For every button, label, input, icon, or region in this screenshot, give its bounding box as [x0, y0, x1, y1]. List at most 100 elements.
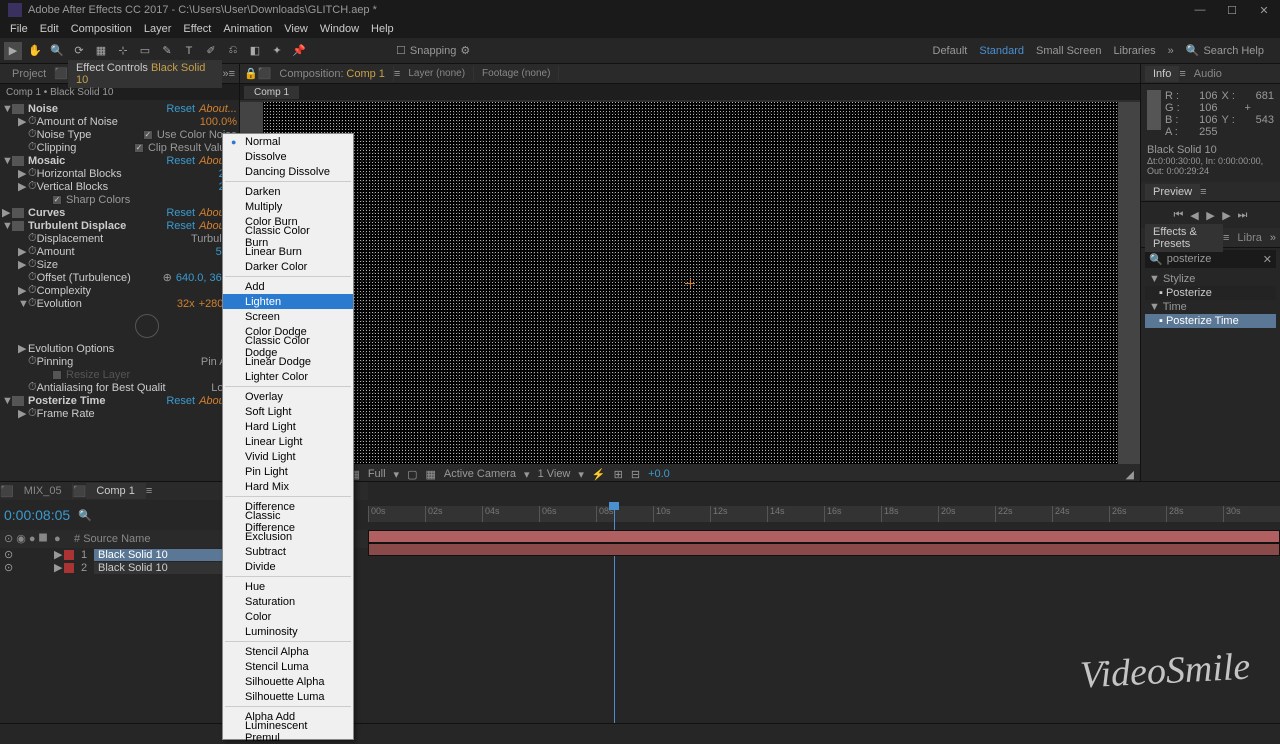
- stopwatch-icon[interactable]: ⏱: [28, 381, 37, 394]
- effect-noise[interactable]: Noise: [28, 103, 166, 115]
- anchor-tool[interactable]: ⊹: [114, 42, 132, 60]
- blend-mode-silhouette-luma[interactable]: Silhouette Luma: [223, 689, 353, 704]
- blend-mode-overlay[interactable]: Overlay: [223, 389, 353, 404]
- reset-link[interactable]: Reset: [166, 220, 195, 232]
- blend-mode-classic-difference[interactable]: Classic Difference: [223, 514, 353, 529]
- menu-layer[interactable]: Layer: [138, 23, 178, 35]
- blend-mode-exclusion[interactable]: Exclusion: [223, 529, 353, 544]
- category-time[interactable]: ▼ Time: [1145, 300, 1276, 314]
- blend-mode-hard-mix[interactable]: Hard Mix: [223, 479, 353, 494]
- snapping-toggle[interactable]: ☐Snapping ⚙: [396, 44, 470, 57]
- blend-mode-darken[interactable]: Darken: [223, 184, 353, 199]
- zoom-tool[interactable]: 🔍: [48, 42, 66, 60]
- reset-link[interactable]: Reset: [166, 395, 195, 407]
- value-evolution-turns[interactable]: 32x: [177, 298, 195, 310]
- stopwatch-icon[interactable]: ⏱: [28, 128, 37, 141]
- layer-color[interactable]: [64, 563, 74, 573]
- stopwatch-icon[interactable]: ⏱: [28, 167, 37, 180]
- blend-mode-linear-burn[interactable]: Linear Burn: [223, 244, 353, 259]
- stopwatch-icon[interactable]: ⏱: [28, 297, 37, 310]
- anchor-point-icon[interactable]: [686, 279, 694, 287]
- checkbox-sharp[interactable]: [52, 195, 62, 205]
- category-stylize[interactable]: ▼ Stylize: [1145, 272, 1276, 286]
- fx-toggle-posterize[interactable]: [12, 396, 24, 406]
- menu-animation[interactable]: Animation: [217, 23, 278, 35]
- blend-mode-normal[interactable]: ●Normal: [223, 134, 353, 149]
- eye-icon[interactable]: ⊙: [4, 561, 13, 574]
- menu-window[interactable]: Window: [314, 23, 365, 35]
- fx-toggle-curves[interactable]: [12, 208, 24, 218]
- collapse-icon[interactable]: ▼: [2, 220, 12, 232]
- blend-mode-screen[interactable]: Screen: [223, 309, 353, 324]
- flowchart-icon[interactable]: ⊟: [631, 468, 640, 481]
- panel-menu-icon[interactable]: ≡: [146, 485, 152, 497]
- minimize-button[interactable]: —: [1184, 0, 1216, 20]
- expand-icon[interactable]: ▶: [18, 407, 28, 420]
- menu-file[interactable]: File: [4, 23, 34, 35]
- collapse-icon[interactable]: ▼: [2, 395, 12, 407]
- blend-mode-luminosity[interactable]: Luminosity: [223, 624, 353, 639]
- blend-mode-hard-light[interactable]: Hard Light: [223, 419, 353, 434]
- maximize-button[interactable]: ☐: [1216, 0, 1248, 20]
- view-layout-dropdown[interactable]: 1 View: [538, 468, 571, 480]
- expand-icon[interactable]: ▶: [18, 245, 28, 258]
- first-frame-button[interactable]: ⏮: [1172, 208, 1186, 222]
- last-frame-button[interactable]: ⏭: [1236, 208, 1250, 222]
- fx-toggle-mosaic[interactable]: [12, 156, 24, 166]
- blend-mode-pin-light[interactable]: Pin Light: [223, 464, 353, 479]
- cti-head[interactable]: [609, 502, 619, 510]
- timeline-tab-comp1[interactable]: Comp 1: [86, 483, 146, 499]
- blend-mode-luminescent-premul[interactable]: Luminescent Premul: [223, 724, 353, 739]
- checkbox-color-noise[interactable]: [143, 130, 153, 140]
- panel-menu-icon[interactable]: ≡: [229, 68, 235, 80]
- blend-mode-add[interactable]: Add: [223, 279, 353, 294]
- evolution-dial[interactable]: [135, 314, 159, 338]
- stopwatch-icon[interactable]: ⏱: [28, 284, 37, 297]
- blend-mode-classic-color-burn[interactable]: Classic Color Burn: [223, 229, 353, 244]
- blend-mode-subtract[interactable]: Subtract: [223, 544, 353, 559]
- camera-tool[interactable]: ▦: [92, 42, 110, 60]
- time-ruler[interactable]: 00s02s04s06s08s10s12s14s16s18s20s22s24s2…: [368, 506, 1280, 522]
- camera-dropdown[interactable]: Active Camera: [444, 468, 516, 480]
- blend-mode-lighter-color[interactable]: Lighter Color: [223, 369, 353, 384]
- type-tool[interactable]: T: [180, 42, 198, 60]
- expand-icon[interactable]: ▶: [18, 284, 28, 297]
- blend-mode-linear-dodge[interactable]: Linear Dodge: [223, 354, 353, 369]
- viewer-resize-icon[interactable]: ◢: [1126, 468, 1134, 481]
- snap-options-icon[interactable]: ⚙: [460, 44, 470, 57]
- value-noise-amount[interactable]: 100.0%: [200, 116, 237, 128]
- blend-mode-darker-color[interactable]: Darker Color: [223, 259, 353, 274]
- expand-icon[interactable]: ▶: [2, 206, 12, 219]
- layer-1-bar[interactable]: [368, 530, 1280, 543]
- expand-icon[interactable]: ▶: [18, 342, 28, 355]
- fx-toggle-noise[interactable]: [12, 104, 24, 114]
- reset-link[interactable]: Reset: [166, 155, 195, 167]
- crosshair-icon[interactable]: ⊕: [163, 271, 172, 284]
- blend-mode-soft-light[interactable]: Soft Light: [223, 404, 353, 419]
- current-time[interactable]: 0:00:08:05: [4, 507, 70, 523]
- timeline-tab-mix[interactable]: MIX_05: [14, 483, 73, 499]
- overflow-icon[interactable]: »: [1270, 232, 1276, 244]
- menu-edit[interactable]: Edit: [34, 23, 65, 35]
- blend-mode-classic-color-dodge[interactable]: Classic Color Dodge: [223, 339, 353, 354]
- expand-icon[interactable]: ▶: [54, 548, 64, 561]
- effect-mosaic[interactable]: Mosaic: [28, 155, 166, 167]
- workspace-overflow-icon[interactable]: »: [1168, 45, 1174, 57]
- expand-icon[interactable]: ▶: [18, 115, 28, 128]
- stopwatch-icon[interactable]: ⏱: [28, 258, 37, 271]
- expand-icon[interactable]: ▶: [18, 167, 28, 180]
- composition-tab[interactable]: Composition: Comp 1: [271, 66, 394, 82]
- effect-turbulent-displace[interactable]: Turbulent Displace: [28, 220, 166, 232]
- workspace-standard[interactable]: Standard: [979, 45, 1024, 57]
- workspace-default[interactable]: Default: [933, 45, 968, 57]
- blend-mode-divide[interactable]: Divide: [223, 559, 353, 574]
- workspace-small[interactable]: Small Screen: [1036, 45, 1101, 57]
- composition-viewer[interactable]: [240, 102, 1140, 464]
- collapse-icon[interactable]: ▼: [2, 103, 12, 115]
- stopwatch-icon[interactable]: ⏱: [28, 232, 37, 245]
- blend-mode-dissolve[interactable]: Dissolve: [223, 149, 353, 164]
- menu-composition[interactable]: Composition: [65, 23, 138, 35]
- blend-mode-hue[interactable]: Hue: [223, 579, 353, 594]
- effects-search-input[interactable]: posterize: [1167, 253, 1212, 265]
- effect-controls-tab[interactable]: Effect Controls Black Solid 10: [68, 60, 223, 88]
